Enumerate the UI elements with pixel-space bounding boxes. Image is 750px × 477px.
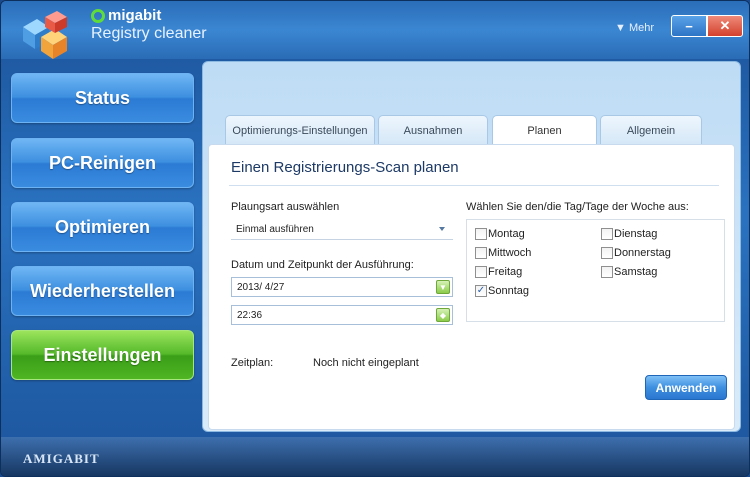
time-spinner-icon[interactable]: ◆ (436, 308, 450, 322)
schedule-status-value: Noch nicht eingeplant (313, 357, 419, 369)
tab-optimierungs-einstellungen[interactable]: Optimierungs-Einstellungen (225, 115, 375, 145)
checkbox-icon[interactable] (475, 228, 487, 240)
datetime-label: Datum und Zeitpunkt der Ausführung: (231, 259, 414, 271)
plan-type-value: Einmal ausführen (236, 224, 314, 235)
checkmark-icon[interactable]: ✓ (475, 285, 487, 297)
schedule-card: Einen Registrierungs-Scan planen Plaungs… (208, 144, 735, 430)
day-donnerstag[interactable]: Donnerstag (601, 247, 671, 259)
sidebar-item-optimieren[interactable]: Optimieren (11, 202, 194, 252)
sidebar-item-wiederherstellen[interactable]: Wiederherstellen (11, 266, 194, 316)
weekday-box: Montag Dienstag Mittwoch Donnerstag Frei… (466, 219, 725, 322)
date-picker[interactable]: 2013/ 4/27 ▼ (231, 277, 453, 297)
tab-planen[interactable]: Planen (492, 115, 597, 146)
plan-type-select[interactable]: Einmal ausführen (231, 220, 453, 240)
time-value: 22:36 (237, 309, 263, 321)
schedule-status-label: Zeitplan: (231, 357, 274, 369)
date-value: 2013/ 4/27 (237, 281, 285, 293)
minimize-button[interactable]: − (671, 15, 707, 37)
footer-brand-logo: AMIGABIT (23, 451, 100, 466)
product-name: Registry cleaner (91, 25, 207, 42)
apply-button[interactable]: Anwenden (645, 375, 727, 400)
settings-panel: Optimierungs-Einstellungen Ausnahmen Pla… (202, 61, 741, 432)
tab-ausnahmen[interactable]: Ausnahmen (378, 115, 488, 145)
day-freitag[interactable]: Freitag (475, 266, 522, 278)
checkbox-icon[interactable] (475, 266, 487, 278)
brand-name: migabit (108, 7, 162, 24)
day-mittwoch[interactable]: Mittwoch (475, 247, 531, 259)
calendar-dropdown-icon[interactable]: ▼ (436, 280, 450, 294)
cubes-logo-icon (23, 11, 67, 59)
checkbox-icon[interactable] (601, 247, 613, 259)
sidebar-item-pc-reinigen[interactable]: PC-Reinigen (11, 138, 194, 188)
plan-type-label: Plaungsart auswählen (231, 201, 340, 213)
chevron-down-icon (439, 227, 445, 231)
footer: AMIGABIT (1, 437, 749, 476)
time-picker[interactable]: 22:36 ◆ (231, 305, 453, 325)
app-window: migabit Registry cleaner ▼ Mehr − ✕ Stat… (0, 0, 750, 477)
day-samstag[interactable]: Samstag (601, 266, 657, 278)
title-bar: migabit Registry cleaner ▼ Mehr − ✕ (1, 1, 749, 59)
close-button[interactable]: ✕ (707, 15, 743, 37)
brand: migabit Registry cleaner (91, 7, 207, 43)
more-menu[interactable]: ▼ Mehr (615, 22, 654, 34)
schedule-title: Einen Registrierungs-Scan planen (231, 159, 459, 176)
day-sonntag[interactable]: ✓ Sonntag (475, 285, 529, 297)
day-dienstag[interactable]: Dienstag (601, 228, 657, 240)
checkbox-icon[interactable] (475, 247, 487, 259)
checkbox-icon[interactable] (601, 266, 613, 278)
sidebar-item-einstellungen[interactable]: Einstellungen (11, 330, 194, 380)
sidebar-item-status[interactable]: Status (11, 73, 194, 123)
title-divider (229, 185, 719, 186)
days-label: Wählen Sie den/die Tag/Tage der Woche au… (466, 201, 689, 213)
tab-allgemein[interactable]: Allgemein (600, 115, 702, 145)
brand-q-logo-icon (91, 8, 105, 23)
day-montag[interactable]: Montag (475, 228, 525, 240)
checkbox-icon[interactable] (601, 228, 613, 240)
